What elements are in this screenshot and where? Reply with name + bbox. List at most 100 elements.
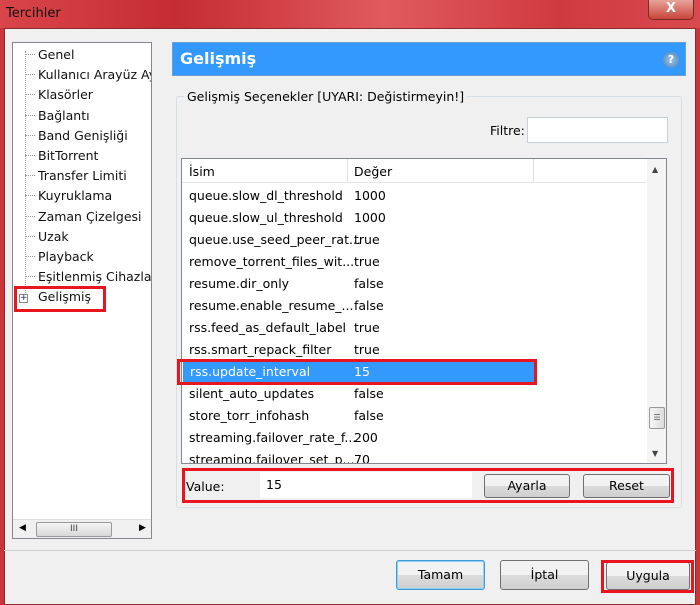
sidebar-item[interactable]: Transfer Limiti	[13, 167, 127, 187]
table-row[interactable]: streaming.failover_set_p... 70	[182, 449, 646, 464]
setting-name: queue.use_seed_peer_rat...	[189, 232, 361, 247]
setting-name: rss.update_interval	[190, 364, 311, 379]
setting-name: rss.smart_repack_filter	[189, 342, 332, 357]
scroll-thumb[interactable]: III	[36, 522, 112, 537]
setting-value: 1000	[354, 188, 386, 203]
sidebar-item-label: Transfer Limiti	[38, 168, 127, 184]
setting-name: resume.enable_resume_...	[189, 298, 354, 313]
sidebar-item[interactable]: Genel	[13, 46, 74, 66]
setting-value: 15	[354, 364, 370, 379]
table-row[interactable]: rss.feed_as_default_label true	[182, 317, 646, 339]
expand-plus-icon[interactable]: +	[19, 294, 28, 303]
sidebar-item[interactable]: Zaman Çizelgesi	[13, 208, 142, 228]
setting-name: streaming.failover_rate_f...	[189, 430, 357, 445]
sidebar-item[interactable]: Band Genişliği	[13, 127, 128, 147]
table-row[interactable]: queue.slow_dl_threshold 1000	[182, 185, 646, 207]
setting-name: rss.feed_as_default_label	[189, 320, 346, 335]
setting-name: queue.slow_ul_threshold	[189, 210, 343, 225]
filter-input[interactable]	[527, 117, 668, 143]
sidebar-item[interactable]: Kullanıcı Arayüz Ay	[13, 66, 152, 86]
table-row[interactable]: resume.enable_resume_... false	[182, 295, 646, 317]
apply-button[interactable]: Uygula	[606, 562, 690, 590]
scroll-down-icon[interactable]: ▼	[652, 449, 658, 458]
tree-connector	[25, 276, 35, 278]
setting-value: false	[354, 386, 384, 401]
vertical-scrollbar[interactable]: ▲ ☰ ▼	[647, 159, 666, 463]
tree-connector	[25, 94, 35, 96]
sidebar-item-label: BitTorrent	[38, 148, 99, 163]
sidebar-item-label: Kullanıcı Arayüz Ay	[38, 67, 152, 83]
table-row[interactable]: queue.use_seed_peer_rat... true	[182, 229, 646, 251]
table-row[interactable]: streaming.failover_rate_f... 200	[182, 427, 646, 449]
tree-connector	[25, 114, 35, 116]
setting-value: 200	[354, 430, 378, 445]
section-title: Gelişmiş	[180, 49, 257, 68]
value-input[interactable]: 15	[260, 472, 472, 498]
value-label: Value:	[186, 479, 225, 494]
column-header-value[interactable]: Değer	[354, 164, 392, 179]
setting-value: true	[354, 342, 380, 357]
setting-name: store_torr_infohash	[189, 408, 310, 423]
setting-name: silent_auto_updates	[189, 386, 315, 401]
scroll-up-icon[interactable]: ▲	[652, 165, 658, 174]
group-label: Gelişmiş Seçenekler [UYARI: Değistirmeyi…	[184, 89, 468, 104]
sidebar-item-label: Klasörler	[38, 87, 93, 103]
horizontal-scrollbar[interactable]: ◀ III ▶	[13, 519, 151, 538]
tree-connector	[25, 134, 35, 136]
column-separator[interactable]	[347, 159, 348, 183]
window-title: Tercihler	[6, 6, 61, 21]
help-icon[interactable]: ?	[663, 52, 679, 68]
setting-name: queue.slow_dl_threshold	[189, 188, 343, 203]
table-row[interactable]: remove_torrent_files_wit... true	[182, 251, 646, 273]
tree-connector	[25, 195, 35, 197]
category-tree: Genel Kullanıcı Arayüz Ay Klasörler Bağlant…	[12, 42, 152, 539]
sidebar-item[interactable]: Uzak	[13, 228, 69, 248]
scroll-thumb[interactable]: ☰	[649, 407, 665, 429]
scroll-right-icon[interactable]: ▶	[139, 523, 146, 533]
sidebar-item[interactable]: BitTorrent	[13, 147, 98, 167]
sidebar-item-label: Bağlantı	[38, 107, 90, 123]
tree-connector	[25, 175, 35, 177]
sidebar-item[interactable]: Kuyruklama	[13, 187, 112, 207]
sidebar-item[interactable]: Playback	[13, 248, 94, 268]
sidebar-item-label: Zaman Çizelgesi	[38, 208, 142, 224]
sidebar-item[interactable]: Eşitlenmiş Cihazlar	[13, 268, 152, 288]
sidebar-item-label: Band Genişliği	[38, 127, 128, 143]
setting-name: remove_torrent_files_wit...	[189, 254, 355, 269]
section-header: Gelişmiş ?	[172, 42, 686, 76]
tree-connector	[25, 235, 35, 237]
cancel-button[interactable]: İptal	[500, 560, 589, 590]
tree-connector	[25, 74, 35, 76]
reset-button[interactable]: Reset	[583, 474, 670, 498]
table-row[interactable]: resume.dir_only false	[182, 273, 646, 295]
setting-value: 1000	[354, 210, 386, 225]
table-row[interactable]: silent_auto_updates false	[182, 383, 646, 405]
footer-divider	[4, 550, 696, 551]
sidebar-item-label: Gelişmiş	[38, 289, 91, 305]
setting-value: 70	[354, 452, 370, 464]
column-header-name[interactable]: İsim	[189, 164, 215, 179]
tree-connector	[25, 256, 35, 257]
sidebar-item-label: Eşitlenmiş Cihazlar	[38, 269, 152, 285]
table-row[interactable]: rss.update_interval 15	[183, 361, 535, 383]
sidebar-item[interactable]: Klasörler	[13, 86, 93, 106]
close-button[interactable]: X	[648, 0, 694, 20]
setting-name: streaming.failover_set_p...	[189, 452, 355, 464]
tree-connector	[25, 54, 35, 55]
table-row[interactable]: rss.smart_repack_filter true	[182, 339, 646, 361]
sidebar-item-label: Kuyruklama	[38, 188, 113, 204]
title-bar: Tercihler X	[0, 0, 700, 28]
table-row[interactable]: queue.slow_ul_threshold 1000	[182, 207, 646, 229]
column-separator[interactable]	[533, 159, 534, 183]
setting-value: false	[354, 276, 384, 291]
scroll-left-icon[interactable]: ◀	[19, 523, 26, 533]
set-button[interactable]: Ayarla	[484, 474, 570, 498]
setting-name: resume.dir_only	[189, 276, 290, 291]
ok-button[interactable]: Tamam	[396, 560, 485, 590]
setting-value: false	[354, 298, 384, 313]
settings-list: İsim Değer queue.slow_dl_threshold 1000 qu…	[181, 158, 667, 464]
table-row[interactable]: store_torr_infohash false	[182, 405, 646, 427]
tree-connector	[25, 215, 35, 217]
sidebar-item[interactable]: Bağlantı	[13, 107, 90, 127]
filter-label: Filtre:	[490, 123, 525, 138]
